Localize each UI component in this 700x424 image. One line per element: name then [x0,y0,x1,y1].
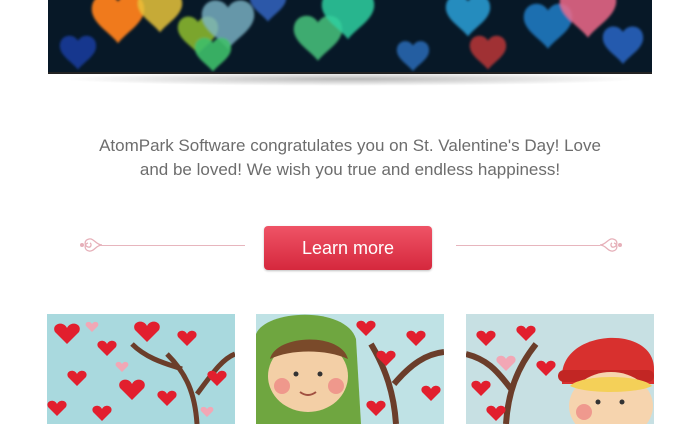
greeting-line-2: and be loved! We wish you true and endle… [139,160,561,179]
learn-more-button[interactable]: Learn more [264,226,432,270]
banner-shadow [60,72,640,86]
greeting-line-1: AtomPark Software congratulates you on S… [99,136,601,155]
illustration-card-girl[interactable] [466,314,654,424]
right-swirl-ornament-icon [596,234,624,256]
hero-banner-image [48,0,652,74]
left-divider-line [100,245,245,246]
bokeh-hearts-graphic [59,0,644,72]
greeting-message: AtomPark Software congratulates you on S… [60,134,640,182]
hearts-tree-image [47,314,235,424]
boy-green-hood-image [256,314,444,424]
illustration-card-hearts-tree[interactable] [47,314,235,424]
girl-red-hat-image [466,314,654,424]
right-divider-line [456,245,600,246]
illustration-card-boy[interactable] [256,314,444,424]
